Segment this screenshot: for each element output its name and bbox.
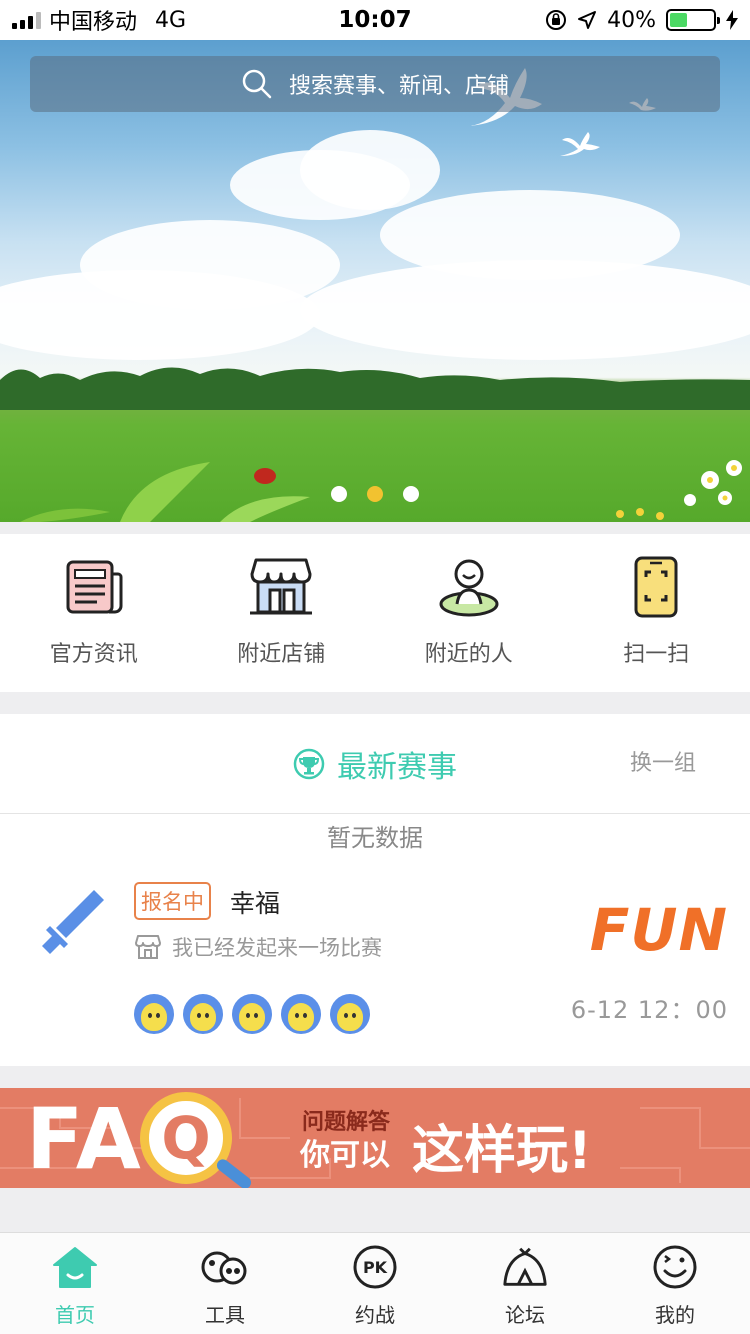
search-bar[interactable]: 搜索赛事、新闻、店铺 [30, 56, 720, 112]
section-title: 最新赛事 [293, 742, 457, 786]
tab-label: 工具 [205, 1303, 245, 1327]
tree-line [0, 367, 750, 410]
avatar[interactable] [281, 994, 321, 1034]
svg-text:PK: PK [363, 1258, 388, 1277]
tab-label: 论坛 [505, 1303, 545, 1327]
quick-nav-label: 附近的人 [424, 642, 513, 667]
event-time: 6-12 12：00 [570, 996, 728, 1024]
event-name: 幸福 [230, 889, 281, 918]
tab-challenge[interactable]: PK 约战 [300, 1233, 450, 1334]
quick-nav-nearby-people[interactable]: 附近的人 [375, 534, 563, 692]
status-left: 中国移动 4G [12, 0, 186, 40]
tab-home[interactable]: 首页 [0, 1233, 150, 1334]
banner-pagination [0, 486, 750, 502]
section-header: 最新赛事 换一组 [0, 714, 750, 814]
avatar[interactable] [183, 994, 223, 1034]
section-title-text: 最新赛事 [337, 749, 457, 785]
magnifier-icon: Q [140, 1092, 232, 1184]
status-right: 40% [545, 0, 738, 40]
battery-percent: 40% [607, 7, 656, 33]
tab-label: 约战 [355, 1303, 395, 1327]
rotation-lock-icon [546, 10, 567, 30]
quick-nav-label: 附近店铺 [237, 642, 326, 667]
tools-icon [201, 1243, 249, 1291]
latest-matches-section: 最新赛事 换一组 暂无数据 报名中 幸福 我已经发起来一场比赛 FUN 6-12… [0, 714, 750, 1066]
event-card[interactable]: 报名中 幸福 我已经发起来一场比赛 FUN 6-12 12：00 [0, 874, 750, 1044]
quick-nav: 官方资讯 附近店铺 附近的人 扫一扫 [0, 534, 750, 692]
shop-small-icon [135, 935, 161, 959]
event-status-tag: 报名中 [134, 882, 211, 920]
tab-profile[interactable]: 我的 [600, 1233, 750, 1334]
battery-fill [670, 13, 687, 27]
charging-icon [726, 10, 738, 30]
bird-graphic [560, 132, 600, 156]
participant-avatars [134, 994, 370, 1034]
empty-state-text: 暂无数据 [327, 824, 423, 852]
faq-banner[interactable]: FA Q 问题解答 你可以 这样玩! [0, 1088, 750, 1188]
pagination-dot[interactable] [403, 486, 419, 502]
quick-nav-official-news[interactable]: 官方资讯 [0, 534, 188, 692]
event-description: 我已经发起来一场比赛 [172, 936, 382, 960]
store-icon [248, 554, 314, 620]
person-icon [436, 554, 502, 620]
event-logo: FUN [589, 896, 728, 964]
scan-icon [623, 554, 689, 620]
tab-forum[interactable]: 论坛 [450, 1233, 600, 1334]
search-icon [242, 69, 272, 99]
quick-nav-scan[interactable]: 扫一扫 [563, 534, 750, 692]
profile-icon [651, 1243, 699, 1291]
quick-nav-nearby-stores[interactable]: 附近店铺 [188, 534, 376, 692]
bottom-tab-bar: 首页 工具 PK 约战 论坛 我的 [0, 1232, 750, 1334]
faq-q-letter: Q [161, 1104, 211, 1172]
switch-group-button[interactable]: 换一组 [630, 714, 696, 814]
network-type: 4G [155, 7, 187, 33]
home-icon [51, 1243, 99, 1291]
signal-icon [12, 11, 41, 29]
carrier-name: 中国移动 [49, 10, 138, 35]
news-icon [61, 554, 127, 620]
avatar[interactable] [232, 994, 272, 1034]
hero-banner[interactable]: 搜索赛事、新闻、店铺 [0, 40, 750, 522]
banner-cloud [300, 260, 750, 360]
sword-icon [42, 890, 104, 954]
quick-nav-label: 官方资讯 [49, 642, 138, 667]
status-bar: 中国移动 4G 10:07 40% [0, 0, 750, 40]
location-icon [578, 11, 597, 29]
quick-nav-label: 扫一扫 [623, 642, 690, 667]
tab-tools[interactable]: 工具 [150, 1233, 300, 1334]
tab-label: 我的 [655, 1303, 695, 1327]
pagination-dot-active[interactable] [367, 486, 383, 502]
search-placeholder: 搜索赛事、新闻、店铺 [288, 74, 509, 99]
faq-title: FA [26, 1090, 143, 1188]
event-description-row: 我已经发起来一场比赛 [134, 932, 382, 962]
battery-icon [666, 9, 720, 31]
home-screen: 中国移动 4G 10:07 40% 搜索赛事、新闻、店铺 官方资讯 附近店铺 附… [0, 0, 750, 1334]
avatar[interactable] [330, 994, 370, 1034]
avatar[interactable] [134, 994, 174, 1034]
forum-icon [501, 1243, 549, 1291]
faq-main-text-a: 你可以 [300, 1138, 390, 1173]
pk-icon: PK [351, 1243, 399, 1291]
faq-main-text-b: 这样玩! [412, 1121, 592, 1181]
tab-label: 首页 [55, 1303, 95, 1327]
trophy-icon [293, 748, 325, 779]
pagination-dot[interactable] [331, 486, 347, 502]
banner-cloud [300, 130, 440, 210]
banner-cloud [0, 270, 320, 360]
